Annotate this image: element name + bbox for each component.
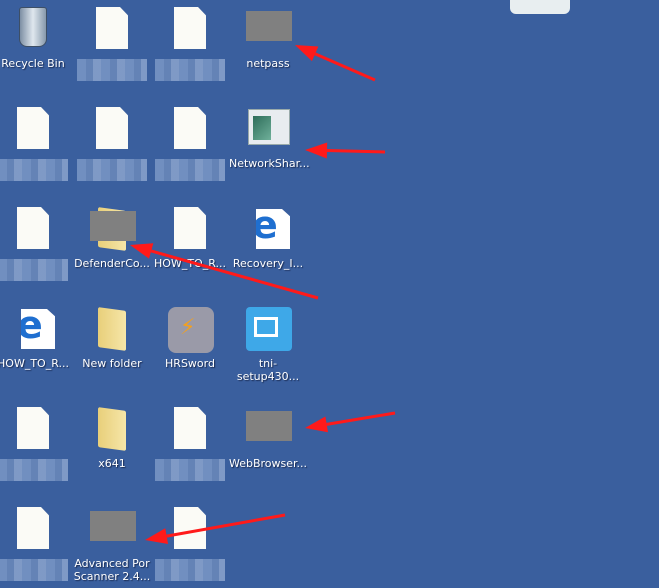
icon-label: NetworkShar... bbox=[229, 157, 310, 170]
folder-icon bbox=[88, 405, 136, 453]
blurred-label bbox=[155, 59, 225, 81]
blurred-label bbox=[0, 559, 68, 581]
desktop-icon[interactable] bbox=[151, 5, 229, 81]
document-icon bbox=[166, 405, 214, 453]
arrow-line bbox=[314, 52, 376, 82]
partial-window-icon bbox=[510, 0, 570, 14]
redacted-icon bbox=[244, 405, 292, 453]
blurred-label bbox=[155, 159, 225, 181]
desktop-icon[interactable]: WebBrowser... bbox=[229, 405, 307, 470]
desktop-icon[interactable] bbox=[0, 505, 72, 581]
desktop-icon[interactable] bbox=[73, 105, 151, 181]
document-icon bbox=[88, 105, 136, 153]
desktop-icon[interactable]: x641 bbox=[73, 405, 151, 470]
icon-label: DefenderCo... bbox=[74, 257, 150, 270]
icon-label: x641 bbox=[98, 457, 126, 470]
folder-redacted-icon bbox=[88, 205, 136, 253]
document-icon bbox=[166, 205, 214, 253]
icon-label: netpass bbox=[246, 57, 290, 70]
redacted-icon bbox=[88, 505, 136, 553]
desktop-icon[interactable]: netpass bbox=[229, 5, 307, 70]
icon-label: WebBrowser... bbox=[229, 457, 308, 470]
desktop-icon[interactable]: Recovery_I... bbox=[229, 205, 307, 270]
document-icon bbox=[166, 5, 214, 53]
desktop-icon[interactable]: tni-setup430... bbox=[229, 305, 307, 383]
document-icon bbox=[88, 5, 136, 53]
folder-icon bbox=[88, 305, 136, 353]
blurred-label bbox=[155, 459, 225, 481]
ie-document-icon bbox=[244, 205, 292, 253]
desktop-icon[interactable] bbox=[0, 205, 72, 281]
desktop-icon[interactable]: Recycle Bin bbox=[0, 5, 72, 70]
tni-icon bbox=[244, 305, 292, 353]
desktop-icon[interactable]: DefenderCo... bbox=[73, 205, 151, 270]
blurred-label bbox=[0, 259, 68, 281]
desktop-icon[interactable] bbox=[0, 405, 72, 481]
document-icon bbox=[9, 105, 57, 153]
icon-label: tni-setup430... bbox=[236, 357, 300, 383]
blurred-label bbox=[0, 459, 68, 481]
desktop-icon[interactable]: NetworkShar... bbox=[229, 105, 310, 170]
document-icon bbox=[9, 405, 57, 453]
hrsword-icon bbox=[166, 305, 214, 353]
icon-label: Recovery_I... bbox=[232, 257, 304, 270]
icon-label: New folder bbox=[82, 357, 142, 370]
icon-label: HRSword bbox=[165, 357, 215, 370]
desktop-icon[interactable] bbox=[151, 405, 229, 481]
desktop-icon[interactable]: HOW_TO_R... bbox=[0, 305, 72, 370]
desktop-icon[interactable] bbox=[73, 5, 151, 81]
document-icon bbox=[166, 505, 214, 553]
blurred-label bbox=[0, 159, 68, 181]
desktop-icon[interactable]: New folder bbox=[73, 305, 151, 370]
icon-label: HOW_TO_R... bbox=[154, 257, 226, 270]
desktop-icon[interactable] bbox=[151, 105, 229, 181]
desktop-icon[interactable]: Advanced Por Scanner 2.4... bbox=[73, 505, 151, 583]
ie-document-icon bbox=[9, 305, 57, 353]
blurred-label bbox=[155, 559, 225, 581]
arrow-head bbox=[305, 416, 329, 433]
icon-label: Advanced Por Scanner 2.4... bbox=[73, 557, 151, 583]
app-window-icon bbox=[244, 105, 292, 153]
document-icon bbox=[166, 105, 214, 153]
redacted-icon bbox=[244, 5, 292, 53]
desktop-icon[interactable]: HOW_TO_R... bbox=[151, 205, 229, 270]
annotation-arrows bbox=[130, 45, 396, 545]
arrow-line bbox=[326, 149, 386, 154]
icon-label: Recycle Bin bbox=[1, 57, 65, 70]
desktop-icon[interactable]: HRSword bbox=[151, 305, 229, 370]
document-icon bbox=[9, 205, 57, 253]
blurred-label bbox=[77, 59, 147, 81]
icon-label: HOW_TO_R... bbox=[0, 357, 69, 370]
recycle-bin-icon bbox=[9, 5, 57, 53]
document-icon bbox=[9, 505, 57, 553]
arrow-line bbox=[326, 411, 396, 426]
blurred-label bbox=[77, 159, 147, 181]
desktop-icon[interactable] bbox=[0, 105, 72, 181]
desktop-icon[interactable] bbox=[151, 505, 229, 581]
